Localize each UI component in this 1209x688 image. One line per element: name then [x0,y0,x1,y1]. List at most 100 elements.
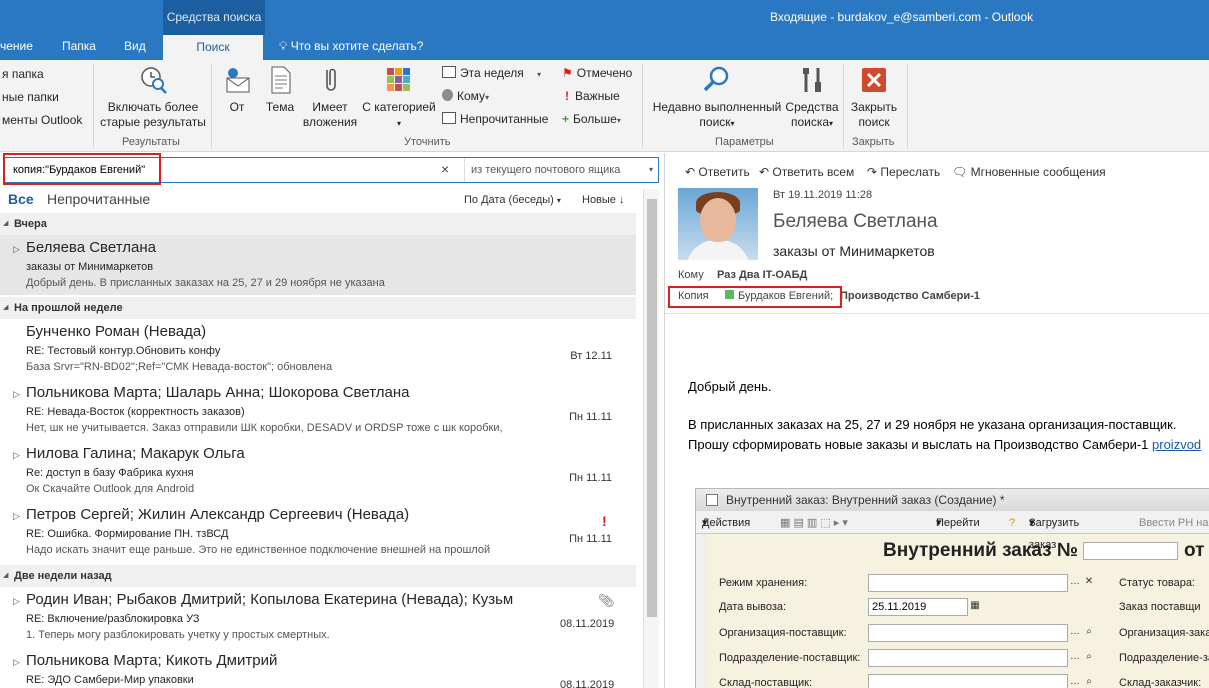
include-older-results-button[interactable]: Включать более старые результаты [96,64,210,130]
tab-search[interactable]: Поиск [163,35,263,60]
group-header-yesterday[interactable]: Вчера [0,213,636,235]
help-icon: ? [1009,517,1016,529]
message-list-scrollbar[interactable] [643,189,659,688]
close-search-label-1: Закрыть [850,100,898,114]
scrollbar-thumb[interactable] [647,199,657,617]
sort-label: По Дата (беседы) [464,194,554,206]
has-attachments-label-2: вложения [302,115,358,129]
envelope-icon [442,112,456,124]
tell-me-box[interactable]: 💡︎ Что вы хотите сделать? [279,39,423,54]
message-subject: RE: Тестовый контур.Обновить конфу [26,345,221,357]
from-label: От [229,100,245,114]
forward-button[interactable]: ↷ Переслать [867,165,940,179]
cc-recipient-2[interactable]: Производство Самбери-1 [840,290,980,302]
this-week-dropdown[interactable]: Эта неделя ▾ [442,66,541,80]
ribbon-separator [907,64,908,148]
tab-view[interactable]: Вид [124,39,146,53]
instant-message-button[interactable]: 🗨︎ Мгновенные сообщения [952,165,1106,179]
ellipsis-icon: … [1070,576,1080,587]
expand-icon[interactable]: ▷ [13,657,20,668]
title-bar: Средства поиска Входящие - burdakov_e@sa… [0,0,1209,60]
sort-order[interactable]: Новые ↓ [582,194,625,206]
categorized-label: С категорией [362,100,436,114]
window-title: Входящие - burdakov_e@samberi.com - Outl… [770,10,1034,24]
message-item[interactable]: ▷ Нилова Галина; Макарук Ольга Re: досту… [0,441,636,501]
group-label-refine: Уточнить [404,136,451,148]
message-item[interactable]: ▷ Польникова Марта; Шаларь Анна; Шокоров… [0,380,636,440]
subject-button[interactable]: Тема [260,64,300,115]
message-item[interactable]: ▷ Польникова Марта; Кикоть Дмитрий RE: Э… [0,648,636,688]
scope-current-folder[interactable]: я папка [2,67,44,81]
message-item[interactable]: ▷ Беляева Светлана заказы от Минимаркето… [0,235,636,295]
close-search-button[interactable]: Закрыть поиск [846,64,902,130]
important-filter[interactable]: ! Важные [562,89,620,103]
message-item[interactable]: Бунченко Роман (Невада) RE: Тестовый кон… [0,319,636,379]
embedded-actions-label: Действия [702,517,751,529]
group-label-close: Закрыть [852,136,895,148]
message-item[interactable]: ▷ Родин Иван; Рыбаков Дмитрий; Копылова … [0,587,636,647]
message-item[interactable]: ▷ Петров Сергей; Жилин Александр Сергеев… [0,502,636,562]
more-dropdown[interactable]: + Больше▾ [562,112,621,126]
search-tools-button[interactable]: Средства поиска▾ [784,64,840,131]
embedded-toolbar: Действия ▾ ▦ ▤ ▥ ⬚ ▸ ▾ Перейти ▾ ? Загру… [696,512,1209,551]
expand-icon[interactable]: ▷ [13,511,20,522]
embedded-load-order: Загрузить заказ ▾ [1029,512,1079,551]
recent-searches-button[interactable]: Недавно выполненный поиск▾ [650,64,784,131]
include-older-label-1: Включать более [107,100,199,114]
from-button[interactable]: От [217,64,257,115]
categorized-button[interactable]: С категорией ▾ [360,64,438,131]
embedded-field [868,624,1068,642]
has-attachments-label-1: Имеет [312,100,348,114]
group-header-two-weeks[interactable]: Две недели назад [0,565,636,587]
search-scope-dropdown[interactable]: из текущего почтового ящика ▾ [464,158,659,182]
message-date: Пн 11.11 [569,533,612,545]
expand-icon[interactable]: ▷ [13,244,20,255]
scope-subfolders[interactable]: ные папки [2,90,59,104]
chevron-down-icon: ▾ [537,70,542,79]
to-label: Кому [457,89,486,103]
search-tools-label-1: Средства [785,100,839,114]
plus-icon: + [562,112,570,126]
message-preview: База Srvr="RN-BD02";Ref="СМК Невада-вост… [26,361,333,373]
embedded-title-text: Внутренний заказ: Внутренний заказ (Созд… [726,493,1005,507]
expand-icon[interactable]: ▷ [13,450,20,461]
tab-folder[interactable]: Папка [62,39,96,53]
has-attachments-button[interactable]: Имеет вложения [302,64,358,130]
expand-icon[interactable]: ▷ [13,596,20,607]
message-from: Польникова Марта; Кикоть Дмитрий [26,652,278,669]
filter-all[interactable]: Все [8,191,34,207]
to-recipient[interactable]: Раз Два IT-ОАБД [717,269,807,281]
clear-search-icon[interactable]: × [441,161,449,177]
person-icon [442,89,453,101]
unread-filter[interactable]: Непрочитанные [442,112,548,126]
message-datetime: Вт 19.11.2019 11:28 [773,189,873,201]
embedded-label: Дата вывоза: [719,601,787,613]
reply-button[interactable]: ↶ Ответить [685,165,750,179]
body-line-2: Прошу сформировать новые заказы и выслат… [688,437,1201,452]
reply-all-button[interactable]: ↶ Ответить всем [759,165,854,179]
reply-all-label: Ответить всем [772,165,855,179]
paperclip-icon [326,68,336,91]
filter-unread[interactable]: Непрочитанные [47,191,150,207]
chevron-down-icon: ▾ [648,165,653,174]
embedded-window-title: Внутренний заказ: Внутренний заказ (Созд… [696,489,1209,511]
message-date: Вт 12.11 [570,350,612,362]
scope-all-outlook[interactable]: менты Outlook [2,113,82,127]
embedded-goto-label: Перейти [936,517,980,529]
email-link[interactable]: proizvod [1152,437,1201,452]
sort-order-label: Новые [582,194,616,206]
search-icon: ⌕ [1086,651,1092,662]
message-sender[interactable]: Беляева Светлана [773,211,938,233]
include-older-label-2: старые результаты [100,115,206,129]
subject-label: Тема [265,100,295,114]
sort-dropdown[interactable]: По Дата (беседы) ▾ [464,194,561,206]
expand-icon[interactable]: ▷ [13,389,20,400]
ribbon-separator [93,64,94,148]
flagged-filter[interactable]: ⚑ Отмечено [562,66,632,80]
to-dropdown[interactable]: Кому▾ [442,89,489,103]
message-from: Бунченко Роман (Невада) [26,323,207,340]
chevron-down-icon: ▾ [396,119,401,128]
group-header-last-week[interactable]: На прошлой неделе [0,297,636,319]
tab-message[interactable]: чение [0,39,33,53]
unread-label: Непрочитанные [460,112,549,126]
